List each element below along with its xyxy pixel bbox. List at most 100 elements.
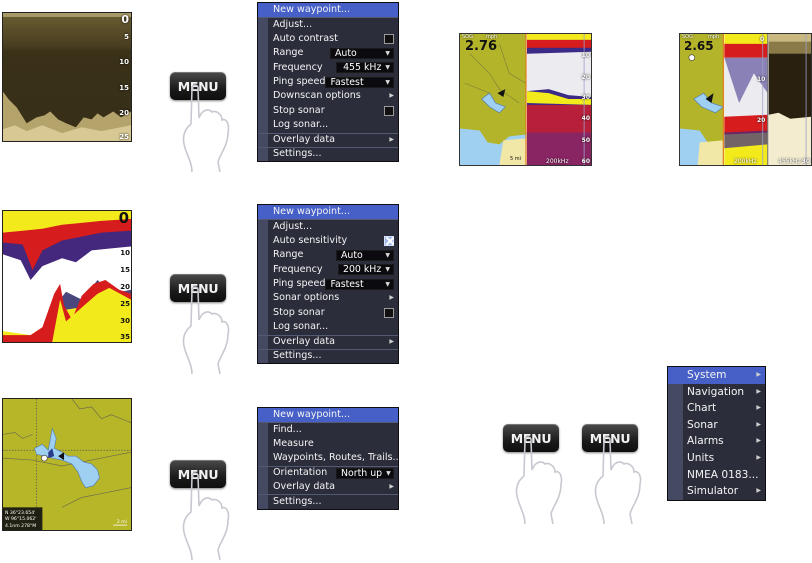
downscan-image (3, 13, 131, 141)
menu-item-log-sonar[interactable]: Log sonar... (258, 320, 398, 334)
menu-item-system[interactable]: System ▶ (668, 367, 765, 384)
depth-label: 30 (120, 317, 130, 325)
settings-menu: System ▶ Navigation ▶ Chart ▶ Sonar ▶ Alarms… (667, 366, 766, 501)
sonar-screen: 0 10 15 20 25 30 35 (2, 210, 132, 343)
chart-menu: New waypoint... Find... Measure Waypoint… (257, 407, 402, 510)
menu-item-overlay-data[interactable]: Overlay data ▶ (258, 334, 398, 349)
submenu-arrow-icon: ▶ (756, 487, 761, 495)
speed-value: 2.76 (465, 39, 498, 54)
menu-item-sonar[interactable]: Sonar ▶ (668, 417, 765, 434)
menu-item-adjust[interactable]: Adjust... (258, 17, 398, 31)
depth-label: 30 (581, 94, 590, 101)
menu-press-illustration: MENU (162, 62, 242, 172)
menu-key[interactable]: MENU (582, 424, 638, 452)
scale-label: 2 mi (116, 520, 127, 525)
menu-item-measure[interactable]: Measure (258, 437, 398, 451)
menu-item-auto-sensitivity[interactable]: Auto sensitivity (258, 234, 398, 248)
depth-label: 10 (581, 52, 590, 59)
menu-item-range[interactable]: Range Auto ▼ (258, 248, 398, 262)
menu-item-sonar-options[interactable]: Sonar options ▶ (258, 291, 398, 305)
menu-key[interactable]: MENU (170, 72, 226, 100)
sonar-image (3, 211, 131, 342)
depth-label: 30 (801, 158, 810, 165)
depth-label: 25 (119, 133, 129, 141)
depth-label: 20 (581, 74, 590, 81)
menu-key[interactable]: MENU (170, 274, 226, 302)
menu-press-illustration: MENU (162, 450, 242, 560)
submenu-arrow-icon: ▶ (756, 371, 761, 378)
speed-value: 2.65 (684, 39, 714, 53)
menu-item-settings[interactable]: Settings... (258, 146, 398, 161)
menu-item-units[interactable]: Units ▶ (668, 450, 765, 467)
stop-sonar-checkbox[interactable] (384, 307, 394, 318)
menu-item-navigation[interactable]: Navigation ▶ (668, 384, 765, 401)
depth-label: 20 (119, 109, 129, 117)
menu-item-waypoints-routes-trails[interactable]: Waypoints, Routes, Trails... (258, 451, 402, 465)
menu-item-new-waypoint[interactable]: New waypoint... (258, 408, 398, 423)
menu-item-frequency[interactable]: Frequency 200 kHz ▼ (258, 263, 398, 277)
menu-item-overlay-data[interactable]: Overlay data ▶ (258, 132, 398, 147)
menu-item-new-waypoint[interactable]: New waypoint... (258, 3, 398, 18)
menu-item-alarms[interactable]: Alarms ▶ (668, 433, 765, 450)
chart-screen: N 36°23.654' W 96°15.062' 4.1nm 278°M 2 … (2, 398, 132, 531)
menu-item-nmea-0183[interactable]: NMEA 0183... (668, 467, 765, 484)
depth-label: 5 (124, 33, 129, 41)
caret-down-icon: ▼ (385, 280, 390, 288)
stop-sonar-checkbox[interactable] (384, 105, 394, 116)
menu-key[interactable]: MENU (170, 460, 226, 488)
range-dropdown[interactable]: Auto ▼ (330, 47, 394, 59)
ping-speed-dropdown[interactable]: Fastest ▼ (325, 76, 394, 88)
scale-label: 5 mi (510, 156, 522, 162)
menu-item-stop-sonar[interactable]: Stop sonar (258, 104, 398, 118)
ping-speed-dropdown[interactable]: Fastest ▼ (325, 278, 394, 290)
downscan-frequency-label: 455kHz (778, 158, 801, 165)
submenu-arrow-icon: ▶ (389, 482, 394, 490)
menu-item-settings[interactable]: Settings... (258, 494, 398, 508)
submenu-arrow-icon: ▶ (756, 420, 761, 428)
menu-item-frequency[interactable]: Frequency 455 kHz ▼ (258, 61, 398, 75)
depth-label: 0 (118, 210, 129, 227)
submenu-arrow-icon: ▶ (389, 294, 394, 302)
menu-item-find[interactable]: Find... (258, 422, 398, 436)
depth-label: 60 (581, 158, 590, 165)
menu-item-simulator[interactable]: Simulator ▶ (668, 483, 765, 500)
menu-item-chart[interactable]: Chart ▶ (668, 400, 765, 417)
caret-down-icon: ▼ (386, 469, 391, 477)
sonar-frequency-label: 200kHz (734, 158, 757, 165)
range-dropdown[interactable]: Auto ▼ (336, 249, 394, 261)
menu-item-range[interactable]: Range Auto ▼ (258, 46, 398, 60)
menu-item-adjust[interactable]: Adjust... (258, 219, 398, 233)
frequency-dropdown[interactable]: 200 kHz ▼ (338, 264, 394, 276)
caret-down-icon: ▼ (385, 266, 390, 274)
caret-down-icon: ▼ (385, 49, 390, 57)
auto-sensitivity-checkbox[interactable] (384, 235, 394, 246)
position-readout: N 36°23.654' W 96°15.062' 4.1nm 278°M (5, 511, 43, 530)
menu-press-illustration-first: MENU (495, 414, 575, 524)
menu-item-settings[interactable]: Settings... (258, 348, 398, 363)
menu-item-ping-speed[interactable]: Ping speed Fastest ▼ (258, 277, 398, 291)
menu-item-log-sonar[interactable]: Log sonar... (258, 118, 398, 132)
menu-item-auto-contrast[interactable]: Auto contrast (258, 32, 398, 46)
depth-label: 0 (121, 13, 129, 26)
submenu-arrow-icon: ▶ (756, 453, 761, 461)
depth-label: 35 (120, 333, 130, 341)
auto-contrast-checkbox[interactable] (384, 33, 394, 44)
downscan-menu: New waypoint... Adjust... Auto contrast … (257, 2, 399, 163)
depth-label: 10 (119, 58, 129, 66)
caret-down-icon: ▼ (385, 251, 390, 259)
submenu-arrow-icon: ▶ (756, 404, 761, 412)
menu-item-downscan-options[interactable]: Downscan options ▶ (258, 89, 398, 103)
caret-down-icon: ▼ (385, 64, 390, 72)
menu-item-orientation[interactable]: Orientation North up ▼ (258, 465, 398, 480)
menu-item-overlay-data[interactable]: Overlay data ▶ (258, 480, 398, 494)
menu-item-stop-sonar[interactable]: Stop sonar (258, 306, 398, 320)
frequency-dropdown[interactable]: 455 kHz ▼ (336, 62, 394, 74)
submenu-arrow-icon: ▶ (756, 437, 761, 445)
orientation-dropdown[interactable]: North up ▼ (336, 467, 394, 479)
depth-label: 10 (120, 249, 130, 257)
menu-item-new-waypoint[interactable]: New waypoint... (258, 205, 398, 220)
frequency-label: 200kHz (546, 158, 569, 165)
menu-key[interactable]: MENU (503, 424, 559, 452)
sonar-menu: New waypoint... Adjust... Auto sensitivi… (257, 204, 399, 365)
menu-item-ping-speed[interactable]: Ping speed Fastest ▼ (258, 75, 398, 89)
